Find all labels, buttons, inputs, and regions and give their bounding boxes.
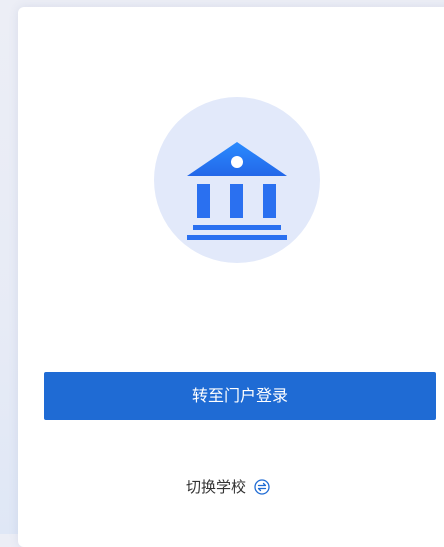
portal-login-button[interactable]: 转至门户登录 bbox=[44, 372, 436, 420]
switch-school-link[interactable]: 切换学校 bbox=[18, 476, 438, 497]
swap-icon bbox=[254, 478, 270, 495]
login-card: 转至门户登录 切换学校 bbox=[18, 7, 444, 547]
institution-building-icon bbox=[183, 120, 291, 240]
switch-school-label: 切换学校 bbox=[185, 478, 246, 496]
institution-emblem bbox=[154, 97, 320, 263]
